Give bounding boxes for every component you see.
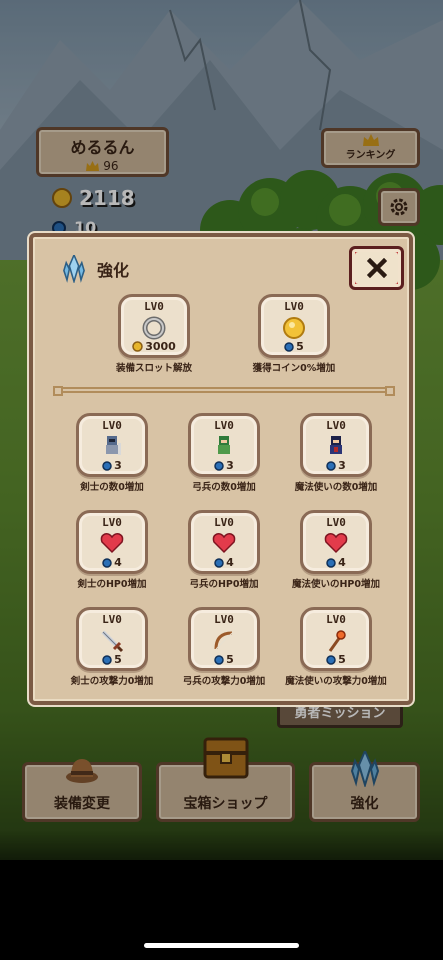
upgrade-cost: 3 [303, 459, 369, 472]
upgrade-caption: 装備スロット解放 [115, 363, 192, 374]
upgrade-cost-value: 5 [114, 653, 122, 666]
upgrade-swordsman-count[interactable]: LV0 3 剣士の数0増加 [57, 413, 167, 493]
upgrade-cost-value: 3 [114, 459, 122, 472]
upgrade-level: LV0 [326, 419, 346, 432]
swordsman-icon [100, 435, 124, 461]
home-indicator[interactable] [144, 943, 299, 948]
mage-icon [324, 435, 348, 461]
upgrade-cost-value: 3000 [145, 340, 176, 353]
upgrade-caption: 魔法使いの攻撃力0増加 [285, 676, 387, 687]
upgrade-caption: 弓兵のHP0増加 [189, 579, 259, 590]
close-icon [366, 258, 387, 278]
heart-icon [212, 532, 236, 558]
upgrade-caption: 弓兵の攻撃力0増加 [182, 676, 266, 687]
upgrade-cost-value: 4 [338, 556, 346, 569]
upgrade-cost: 5 [303, 653, 369, 666]
upgrade-slot[interactable]: LV0 3 [76, 413, 148, 477]
gem-icon [102, 460, 112, 471]
crystal-icon [63, 255, 85, 283]
upgrade-cost-value: 5 [226, 653, 234, 666]
gem-icon [214, 654, 224, 665]
upgrade-slot[interactable]: LV0 5 [76, 607, 148, 671]
upgrade-caption: 剣士のHP0増加 [77, 579, 147, 590]
upgrade-cost-value: 4 [226, 556, 234, 569]
gem-icon [326, 460, 336, 471]
upgrade-level: LV0 [326, 516, 346, 529]
upgrade-level: LV0 [214, 419, 234, 432]
upgrade-caption: 魔法使いのHP0増加 [291, 579, 381, 590]
upgrade-slot[interactable]: LV0 5 [300, 607, 372, 671]
upgrade-caption: 剣士の数0増加 [80, 482, 144, 493]
gem-icon [102, 654, 112, 665]
upgrade-archer-count[interactable]: LV0 3 弓兵の数0増加 [169, 413, 279, 493]
upgrade-slot[interactable]: LV0 3000 [118, 294, 190, 358]
upgrade-archer-attack[interactable]: LV0 5 弓兵の攻撃力0増加 [169, 607, 279, 687]
close-button[interactable] [349, 246, 404, 290]
upgrade-level: LV0 [326, 613, 346, 626]
upgrade-slot[interactable]: LV0 3 [300, 413, 372, 477]
upgrade-level: LV0 [214, 613, 234, 626]
upgrade-cost: 4 [303, 556, 369, 569]
gem-icon [102, 557, 112, 568]
upgrade-cost-value: 5 [296, 340, 304, 353]
upgrade-level: LV0 [102, 419, 122, 432]
upgrade-slot[interactable]: LV0 5 [188, 607, 260, 671]
upgrade-level: LV0 [102, 613, 122, 626]
upgrade-cost: 5 [261, 340, 327, 353]
upgrade-slot[interactable]: LV0 4 [300, 510, 372, 574]
upgrade-swordsman-attack[interactable]: LV0 5 剣士の攻撃力0増加 [57, 607, 167, 687]
upgrade-mage-hp[interactable]: LV0 4 魔法使いのHP0増加 [281, 510, 391, 590]
upgrade-cost: 4 [79, 556, 145, 569]
upgrade-cost: 3000 [121, 340, 187, 353]
upgrade-cost: 4 [191, 556, 257, 569]
upgrade-cost-value: 3 [338, 459, 346, 472]
upgrade-slot[interactable]: LV0 3 [188, 413, 260, 477]
upgrade-level: LV0 [284, 300, 304, 313]
upgrade-archer-hp[interactable]: LV0 4 弓兵のHP0増加 [169, 510, 279, 590]
upgrade-coin-gain[interactable]: LV0 5 獲得コイン0%増加 [239, 294, 349, 374]
enhance-dialog: 強化 LV0 3000 装備スロット解放 LV0 5 獲得コイン0%増加 LV0… [29, 233, 413, 705]
gem-icon [284, 341, 294, 352]
dialog-title-text: 強化 [97, 261, 130, 280]
heart-icon [100, 532, 124, 558]
upgrade-caption: 獲得コイン0%増加 [252, 363, 336, 374]
section-divider [53, 386, 395, 396]
archer-icon [212, 435, 236, 461]
upgrade-mage-count[interactable]: LV0 3 魔法使いの数0増加 [281, 413, 391, 493]
upgrade-caption: 剣士の攻撃力0増加 [70, 676, 154, 687]
upgrade-level: LV0 [214, 516, 234, 529]
upgrade-caption: 魔法使いの数0増加 [294, 482, 378, 493]
gem-icon [214, 460, 224, 471]
upgrade-cost: 3 [191, 459, 257, 472]
dialog-title: 強化 [61, 255, 129, 283]
close-button-face [355, 252, 398, 284]
coin-icon [132, 341, 143, 352]
upgrade-cost-value: 5 [338, 653, 346, 666]
upgrade-cost-value: 4 [114, 556, 122, 569]
upgrade-caption: 弓兵の数0増加 [192, 482, 256, 493]
gem-icon [214, 557, 224, 568]
upgrade-slot[interactable]: LV0 4 [76, 510, 148, 574]
upgrade-mage-attack[interactable]: LV0 5 魔法使いの攻撃力0増加 [281, 607, 391, 687]
upgrade-level: LV0 [102, 516, 122, 529]
gem-icon [326, 557, 336, 568]
upgrade-cost-value: 3 [226, 459, 234, 472]
upgrade-slot[interactable]: LV0 5 [258, 294, 330, 358]
upgrade-cost: 5 [79, 653, 145, 666]
upgrade-level: LV0 [144, 300, 164, 313]
upgrade-swordsman-hp[interactable]: LV0 4 剣士のHP0増加 [57, 510, 167, 590]
upgrade-cost: 5 [191, 653, 257, 666]
upgrade-slot[interactable]: LV0 4 [188, 510, 260, 574]
heart-icon [324, 532, 348, 558]
upgrade-equip-slot[interactable]: LV0 3000 装備スロット解放 [99, 294, 209, 374]
gem-icon [326, 654, 336, 665]
upgrade-cost: 3 [79, 459, 145, 472]
